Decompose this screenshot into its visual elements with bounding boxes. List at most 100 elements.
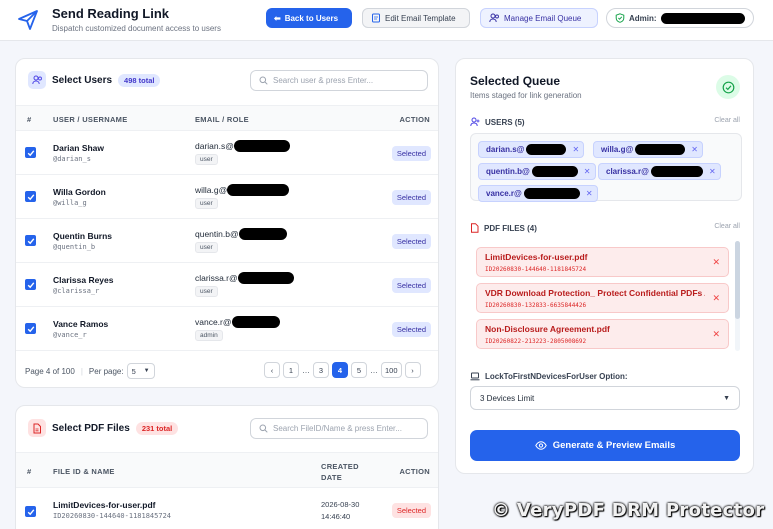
- scrollbar[interactable]: [735, 241, 740, 351]
- arrow-left-icon: ⬅: [274, 13, 281, 23]
- col-user: USER / USERNAME: [53, 115, 128, 124]
- selected-button[interactable]: Selected: [391, 278, 431, 293]
- user-plus-icon: [470, 117, 480, 127]
- pdf-search-placeholder: Search FileID/Name & press Enter...: [273, 424, 402, 433]
- redacted-domain: [233, 140, 290, 152]
- page-button[interactable]: 1: [283, 362, 299, 378]
- queued-pdf-name: LimitDevices-for-user.pdf: [485, 252, 588, 262]
- device-limit-select[interactable]: 3 Devices Limit ▼: [470, 386, 740, 410]
- row-checkbox[interactable]: [25, 147, 36, 158]
- user-chip: quentin.b@ ✕: [478, 163, 596, 180]
- close-icon[interactable]: ✕: [572, 145, 579, 154]
- generate-preview-button[interactable]: Generate & Preview Emails: [470, 430, 740, 461]
- queue-pdf-label: PDF FILES (4): [484, 223, 537, 233]
- device-limit-value: 3 Devices Limit: [480, 393, 535, 403]
- email-text: quentin.b@: [195, 229, 239, 239]
- col-action: ACTION: [399, 115, 430, 124]
- pdf-created-date: 2026-08-30: [321, 500, 360, 509]
- selected-button[interactable]: Selected: [391, 234, 431, 249]
- user-row[interactable]: Quentin Burns @quentin_b quentin.b@ user…: [16, 219, 438, 263]
- user-row[interactable]: Willa Gordon @willa_g willa.g@ user Sele…: [16, 175, 438, 219]
- manage-email-queue-label: Manage Email Queue: [504, 13, 582, 23]
- pdf-file-icon: [28, 419, 46, 437]
- clear-users-link[interactable]: Clear all: [714, 117, 740, 124]
- back-to-users-label: Back to Users: [284, 13, 339, 23]
- user-email: willa.g@: [195, 184, 290, 196]
- pdf-total-badge: 231 total: [135, 421, 179, 435]
- row-checkbox[interactable]: [25, 235, 36, 246]
- page-button[interactable]: 100: [381, 362, 402, 378]
- page-button[interactable]: 5: [351, 362, 367, 378]
- row-checkbox[interactable]: [25, 191, 36, 202]
- pagination-info: Page 4 of 100 | Per page: 5 ▼: [25, 363, 155, 379]
- select-pdf-header: Select PDF Files 231 total: [28, 419, 179, 437]
- chevron-down-icon: ▼: [143, 368, 150, 374]
- close-icon[interactable]: ✕: [586, 189, 593, 198]
- selected-button[interactable]: Selected: [391, 146, 431, 161]
- user-email: quentin.b@: [195, 228, 287, 240]
- select-users-card: Select Users 498 total Search user & pre…: [15, 58, 439, 388]
- page-ellipsis: …: [370, 365, 378, 375]
- queue-users-heading: USERS (5): [470, 117, 525, 127]
- close-icon[interactable]: ✕: [712, 329, 720, 340]
- user-handle: @quentin_b: [53, 243, 96, 251]
- check-icon: [27, 508, 34, 515]
- redacted-domain: [523, 188, 580, 199]
- user-name: Quentin Burns: [53, 231, 113, 241]
- admin-label: Admin:: [629, 13, 657, 23]
- select-pdf-card: Select PDF Files 231 total Search FileID…: [15, 405, 439, 529]
- email-text: vance.r@: [195, 317, 232, 327]
- row-checkbox[interactable]: [25, 323, 36, 334]
- chevron-down-icon: ▼: [723, 394, 730, 402]
- selected-button[interactable]: Selected: [391, 322, 431, 337]
- redacted-domain: [237, 272, 294, 284]
- redacted-domain: [531, 166, 578, 177]
- per-page-label: Per page:: [88, 366, 124, 376]
- user-row[interactable]: Clarissa Reyes @clarissa_r clarissa.r@ u…: [16, 263, 438, 307]
- page-next-button[interactable]: ›: [404, 362, 421, 378]
- page-prev-button[interactable]: ‹: [264, 362, 280, 378]
- back-to-users-button[interactable]: ⬅ Back to Users: [266, 8, 352, 28]
- select-users-header: Select Users 498 total: [28, 71, 161, 89]
- page-title: Send Reading Link: [52, 6, 170, 21]
- scrollbar-thumb[interactable]: [735, 241, 740, 319]
- chip-label: clarissa.r@: [606, 167, 649, 176]
- page-current-button[interactable]: 4: [332, 362, 348, 378]
- role-badge: admin: [195, 330, 223, 341]
- queued-pdf-item: Non-Disclosure Agreement.pdf ID20260822-…: [476, 319, 729, 349]
- col-email-role: EMAIL / ROLE: [195, 115, 249, 124]
- eye-icon: [534, 441, 547, 450]
- close-icon[interactable]: ✕: [584, 167, 591, 176]
- user-row[interactable]: Darian Shaw @darian_s darian.s@ user Sel…: [16, 131, 438, 175]
- manage-email-queue-button[interactable]: Manage Email Queue: [480, 8, 598, 28]
- redacted-domain: [635, 144, 686, 155]
- user-row[interactable]: Vance Ramos @vance_r vance.r@ admin Sele…: [16, 307, 438, 351]
- pdf-search-input[interactable]: Search FileID/Name & press Enter...: [250, 418, 428, 439]
- close-icon[interactable]: ✕: [712, 293, 720, 304]
- close-icon[interactable]: ✕: [691, 145, 698, 154]
- redacted-domain: [231, 316, 280, 328]
- redacted-domain: [238, 228, 287, 240]
- user-email: vance.r@: [195, 316, 280, 328]
- redacted-domain: [227, 184, 290, 196]
- check-icon: [27, 193, 34, 200]
- close-icon[interactable]: ✕: [709, 167, 716, 176]
- col-file: FILE ID & NAME: [53, 467, 115, 476]
- user-search-input[interactable]: Search user & press Enter...: [250, 70, 428, 91]
- selected-button[interactable]: Selected: [391, 190, 431, 205]
- clear-pdfs-link[interactable]: Clear all: [714, 223, 740, 230]
- chip-label: darian.s@: [486, 145, 525, 154]
- per-page-select[interactable]: 5 ▼: [126, 363, 155, 379]
- admin-badge: Admin:: [606, 8, 754, 28]
- check-circle-icon: [716, 75, 740, 99]
- edit-email-template-button[interactable]: Edit Email Template: [362, 8, 470, 28]
- queue-subtitle: Items staged for link generation: [470, 91, 582, 100]
- page-button[interactable]: 3: [313, 362, 329, 378]
- selected-button[interactable]: Selected: [391, 503, 431, 518]
- pdf-row[interactable]: LimitDevices-for-user.pdf ID20260830-144…: [16, 488, 438, 529]
- close-icon[interactable]: ✕: [712, 257, 720, 268]
- row-checkbox[interactable]: [25, 506, 36, 517]
- check-icon: [27, 149, 34, 156]
- pdf-file-icon: [471, 223, 479, 233]
- row-checkbox[interactable]: [25, 279, 36, 290]
